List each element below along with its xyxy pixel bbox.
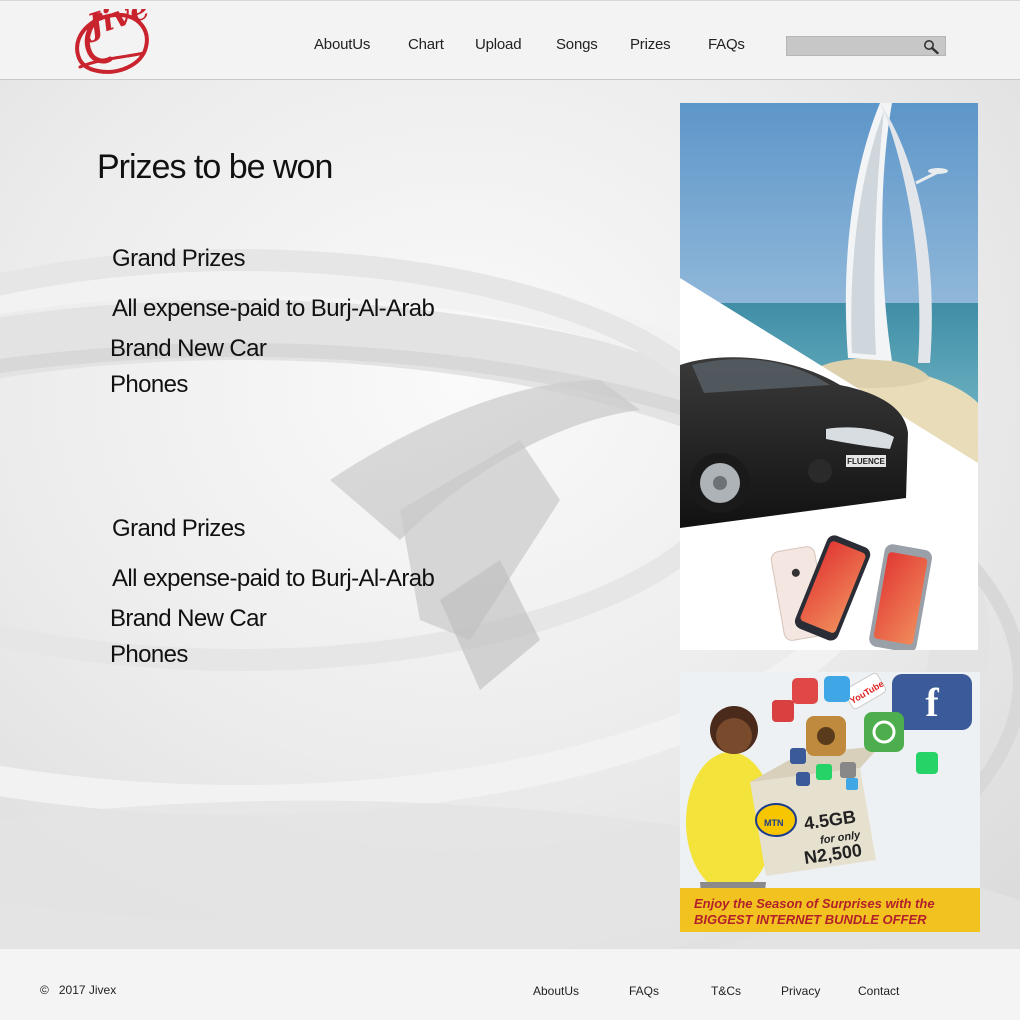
nav-faqs[interactable]: FAQs [708,36,745,53]
search-input[interactable] [787,37,917,55]
prize-heading: Grand Prizes [112,245,245,272]
nav-aboutus[interactable]: AboutUs [314,36,370,53]
nav-songs[interactable]: Songs [556,36,598,53]
prize-item: All expense-paid to Burj-Al-Arab [112,565,435,592]
prizes-banner[interactable]: FLUENCE [680,103,978,650]
copyright-symbol: © [40,983,49,997]
facebook-icon: f [925,680,939,725]
prize-item: Phones [110,641,188,668]
main-content: Prizes to be won Grand Prizes All expens… [0,80,1020,948]
nav-upload[interactable]: Upload [475,36,522,53]
prize-item: Phones [110,371,188,398]
ad-tagline-2: BIGGEST INTERNET BUNDLE OFFER [694,912,927,927]
footer-link-privacy[interactable]: Privacy [781,984,820,998]
prize-item: All expense-paid to Burj-Al-Arab [112,295,435,322]
footer: © 2017 Jivex AboutUs FAQs T&Cs Privacy Co… [0,948,1020,1020]
copyright-text: 2017 Jivex [58,983,117,997]
mtn-logo: MTN [764,818,784,828]
prizes-collage-image: FLUENCE [680,103,978,650]
nav-chart[interactable]: Chart [408,36,444,53]
prize-item: Brand New Car [110,335,267,362]
footer-link-aboutus[interactable]: AboutUs [533,984,579,998]
mtn-ad-image: f YouTube [680,672,980,932]
prize-heading: Grand Prizes [112,515,245,542]
footer-link-contact[interactable]: Contact [858,984,899,998]
search-icon[interactable] [923,39,939,55]
copyright: © 2017 Jivex [40,983,116,997]
page-title: Prizes to be won [97,148,333,186]
logo-text: Jive [79,9,152,45]
search-box [786,36,946,56]
prize-item: Brand New Car [110,605,267,632]
footer-link-tcs[interactable]: T&Cs [711,984,741,998]
ad-tagline-1: Enjoy the Season of Surprises with the [694,896,935,911]
mtn-ad-banner[interactable]: f YouTube MTN 4.5GB for only N2,500 Enjo… [680,672,980,932]
header: Jive AboutUs Chart Upload Songs Prizes F… [0,0,1020,80]
jive-logo[interactable]: Jive [70,9,152,75]
car-badge-text: FLUENCE [847,457,885,466]
nav-prizes[interactable]: Prizes [630,36,671,53]
footer-link-faqs[interactable]: FAQs [629,984,659,998]
